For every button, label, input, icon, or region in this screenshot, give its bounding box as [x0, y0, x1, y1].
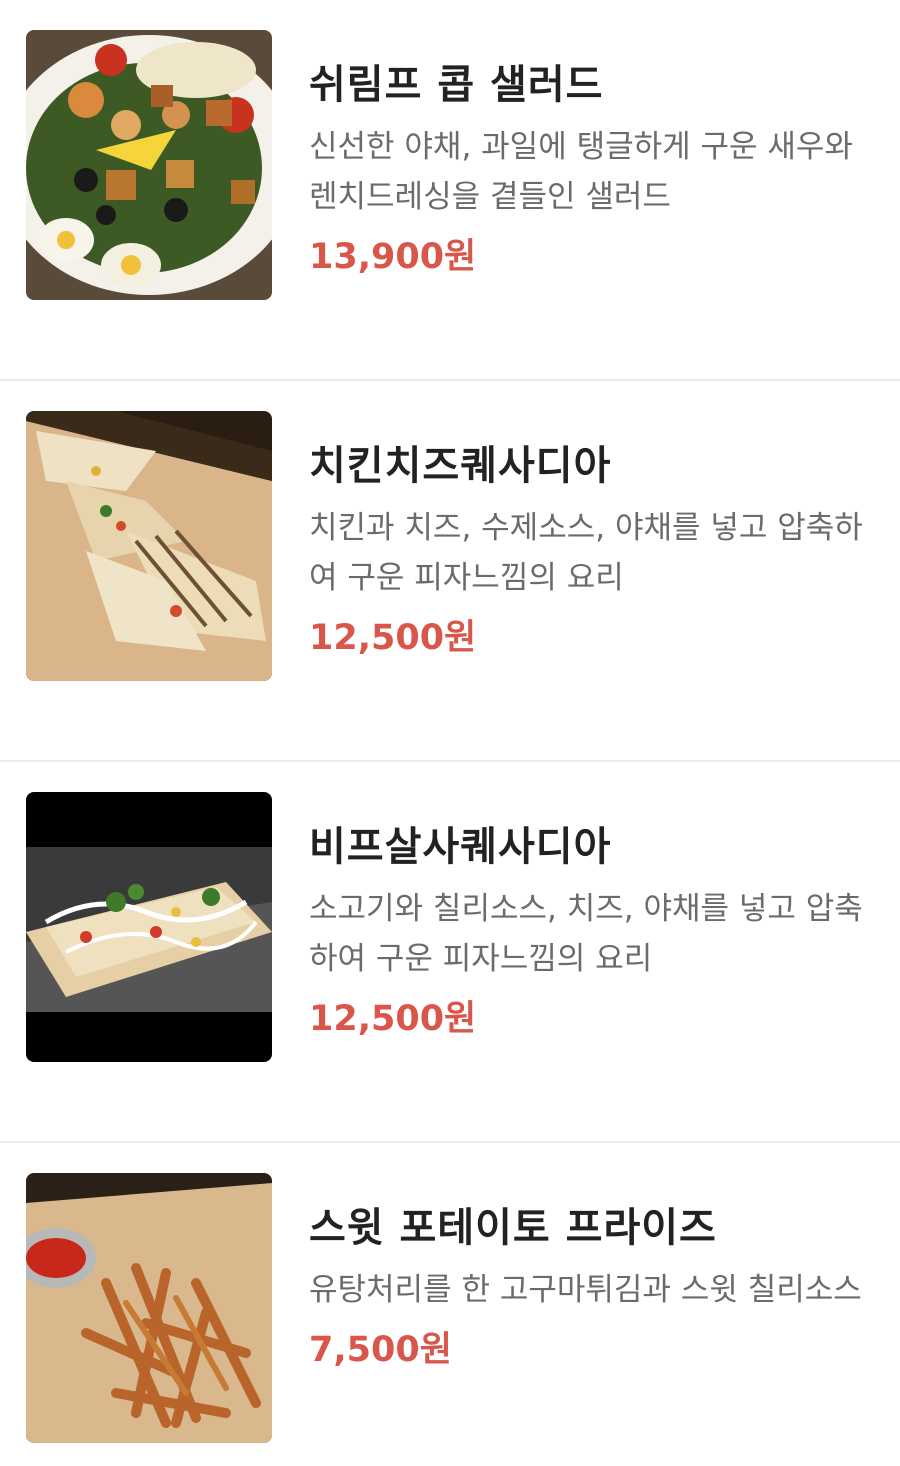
item-name: 쉬림프 콥 샐러드 [309, 62, 604, 108]
menu-item-sweet-potato-fries[interactable]: 스윗 포테이토 프라이즈 유탕처리를 한 고구마튀김과 스윗 칠리소스 7,50… [0, 1143, 900, 1466]
item-price: 12,500원 [309, 999, 477, 1039]
item-name: 스윗 포테이토 프라이즈 [309, 1205, 717, 1251]
item-price: 12,500원 [309, 618, 477, 658]
menu-item-beef-salsa-quesadilla[interactable]: 비프살사퀘사디아 소고기와 칠리소스, 치즈, 야채를 넣고 압축하여 구운 피… [0, 762, 900, 1143]
menu-list: 쉬림프 콥 샐러드 신선한 야채, 과일에 탱글하게 구운 새우와 렌치드레싱을… [0, 0, 900, 1466]
fries-photo[interactable] [26, 1173, 272, 1443]
salad-photo[interactable] [26, 30, 272, 300]
item-name: 치킨치즈퀘사디아 [309, 443, 612, 489]
menu-item-shrimp-cobb-salad[interactable]: 쉬림프 콥 샐러드 신선한 야채, 과일에 탱글하게 구운 새우와 렌치드레싱을… [0, 0, 900, 381]
item-description: 신선한 야채, 과일에 탱글하게 구운 새우와 렌치드레싱을 곁들인 샐러드 [309, 129, 853, 215]
quesadilla-photo[interactable] [26, 411, 272, 681]
item-price: 7,500원 [309, 1330, 452, 1370]
item-description: 치킨과 치즈, 수제소스, 야채를 넣고 압축하여 구운 피자느낌의 요리 [309, 510, 863, 596]
item-price: 13,900원 [309, 237, 477, 277]
menu-item-chicken-cheese-quesadilla[interactable]: 치킨치즈퀘사디아 치킨과 치즈, 수제소스, 야채를 넣고 압축하여 구운 피자… [0, 381, 900, 762]
item-name: 비프살사퀘사디아 [309, 824, 612, 870]
item-description: 소고기와 칠리소스, 치즈, 야채를 넣고 압축하여 구운 피자느낌의 요리 [309, 891, 863, 977]
item-description: 유탕처리를 한 고구마튀김과 스윗 칠리소스 [309, 1272, 862, 1308]
beef-quesadilla-photo[interactable] [26, 792, 272, 1062]
